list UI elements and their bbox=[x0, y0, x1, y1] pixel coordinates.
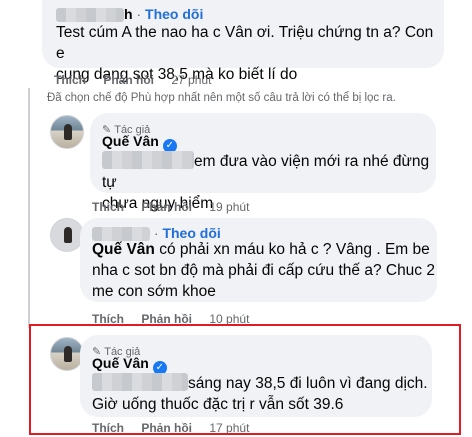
commenter-name-suffix[interactable]: h bbox=[124, 6, 133, 22]
timestamp[interactable]: 27 phút bbox=[171, 73, 211, 87]
reply-bubble: · Theo dõi Quế Vân có phải xn máu ko hả … bbox=[80, 218, 437, 302]
author-name[interactable]: Quế Vân bbox=[102, 133, 159, 149]
blurred-mention bbox=[102, 151, 194, 169]
filter-notice: Đã chọn chế độ Phù hợp nhất nên một số c… bbox=[47, 92, 396, 104]
like-button[interactable]: Thích bbox=[54, 73, 86, 87]
mention-link[interactable]: Quế Vân bbox=[92, 241, 155, 258]
reply-text-line: me con sớm khoe bbox=[92, 283, 216, 300]
thread-line bbox=[28, 88, 30, 328]
avatar[interactable] bbox=[50, 218, 84, 252]
comment-bubble: h · Theo dõi Test cúm A the nao ha c Vân… bbox=[42, 0, 444, 83]
reply-bubble: ✎ Tác giả Quế Vân ✓ em đưa vào viện mới ra… bbox=[90, 113, 436, 212]
like-button[interactable]: Thích bbox=[92, 200, 124, 214]
reply-text-line: nha c sot bn độ mà phải đi cấp cứu thế a… bbox=[92, 262, 435, 279]
reply-button[interactable]: Phản hồi bbox=[141, 200, 192, 214]
reply-text-line: có phải xn máu ko hả c ? Vâng . Em be bbox=[154, 241, 430, 258]
follow-link[interactable]: Theo dõi bbox=[145, 6, 203, 22]
reply-actions: Thích Phản hồi 19 phút bbox=[92, 200, 249, 214]
comment-actions: Thích Phản hồi 27 phút bbox=[54, 73, 211, 87]
blurred-name bbox=[56, 8, 124, 22]
reply-button[interactable]: Phản hồi bbox=[103, 73, 154, 87]
timestamp[interactable]: 19 phút bbox=[209, 200, 249, 214]
avatar[interactable] bbox=[50, 115, 84, 149]
highlight-box bbox=[29, 324, 461, 435]
separator: · bbox=[136, 6, 142, 22]
comment-text-line: Test cúm A the nao ha c Vân ơi. Triệu ch… bbox=[56, 24, 434, 62]
